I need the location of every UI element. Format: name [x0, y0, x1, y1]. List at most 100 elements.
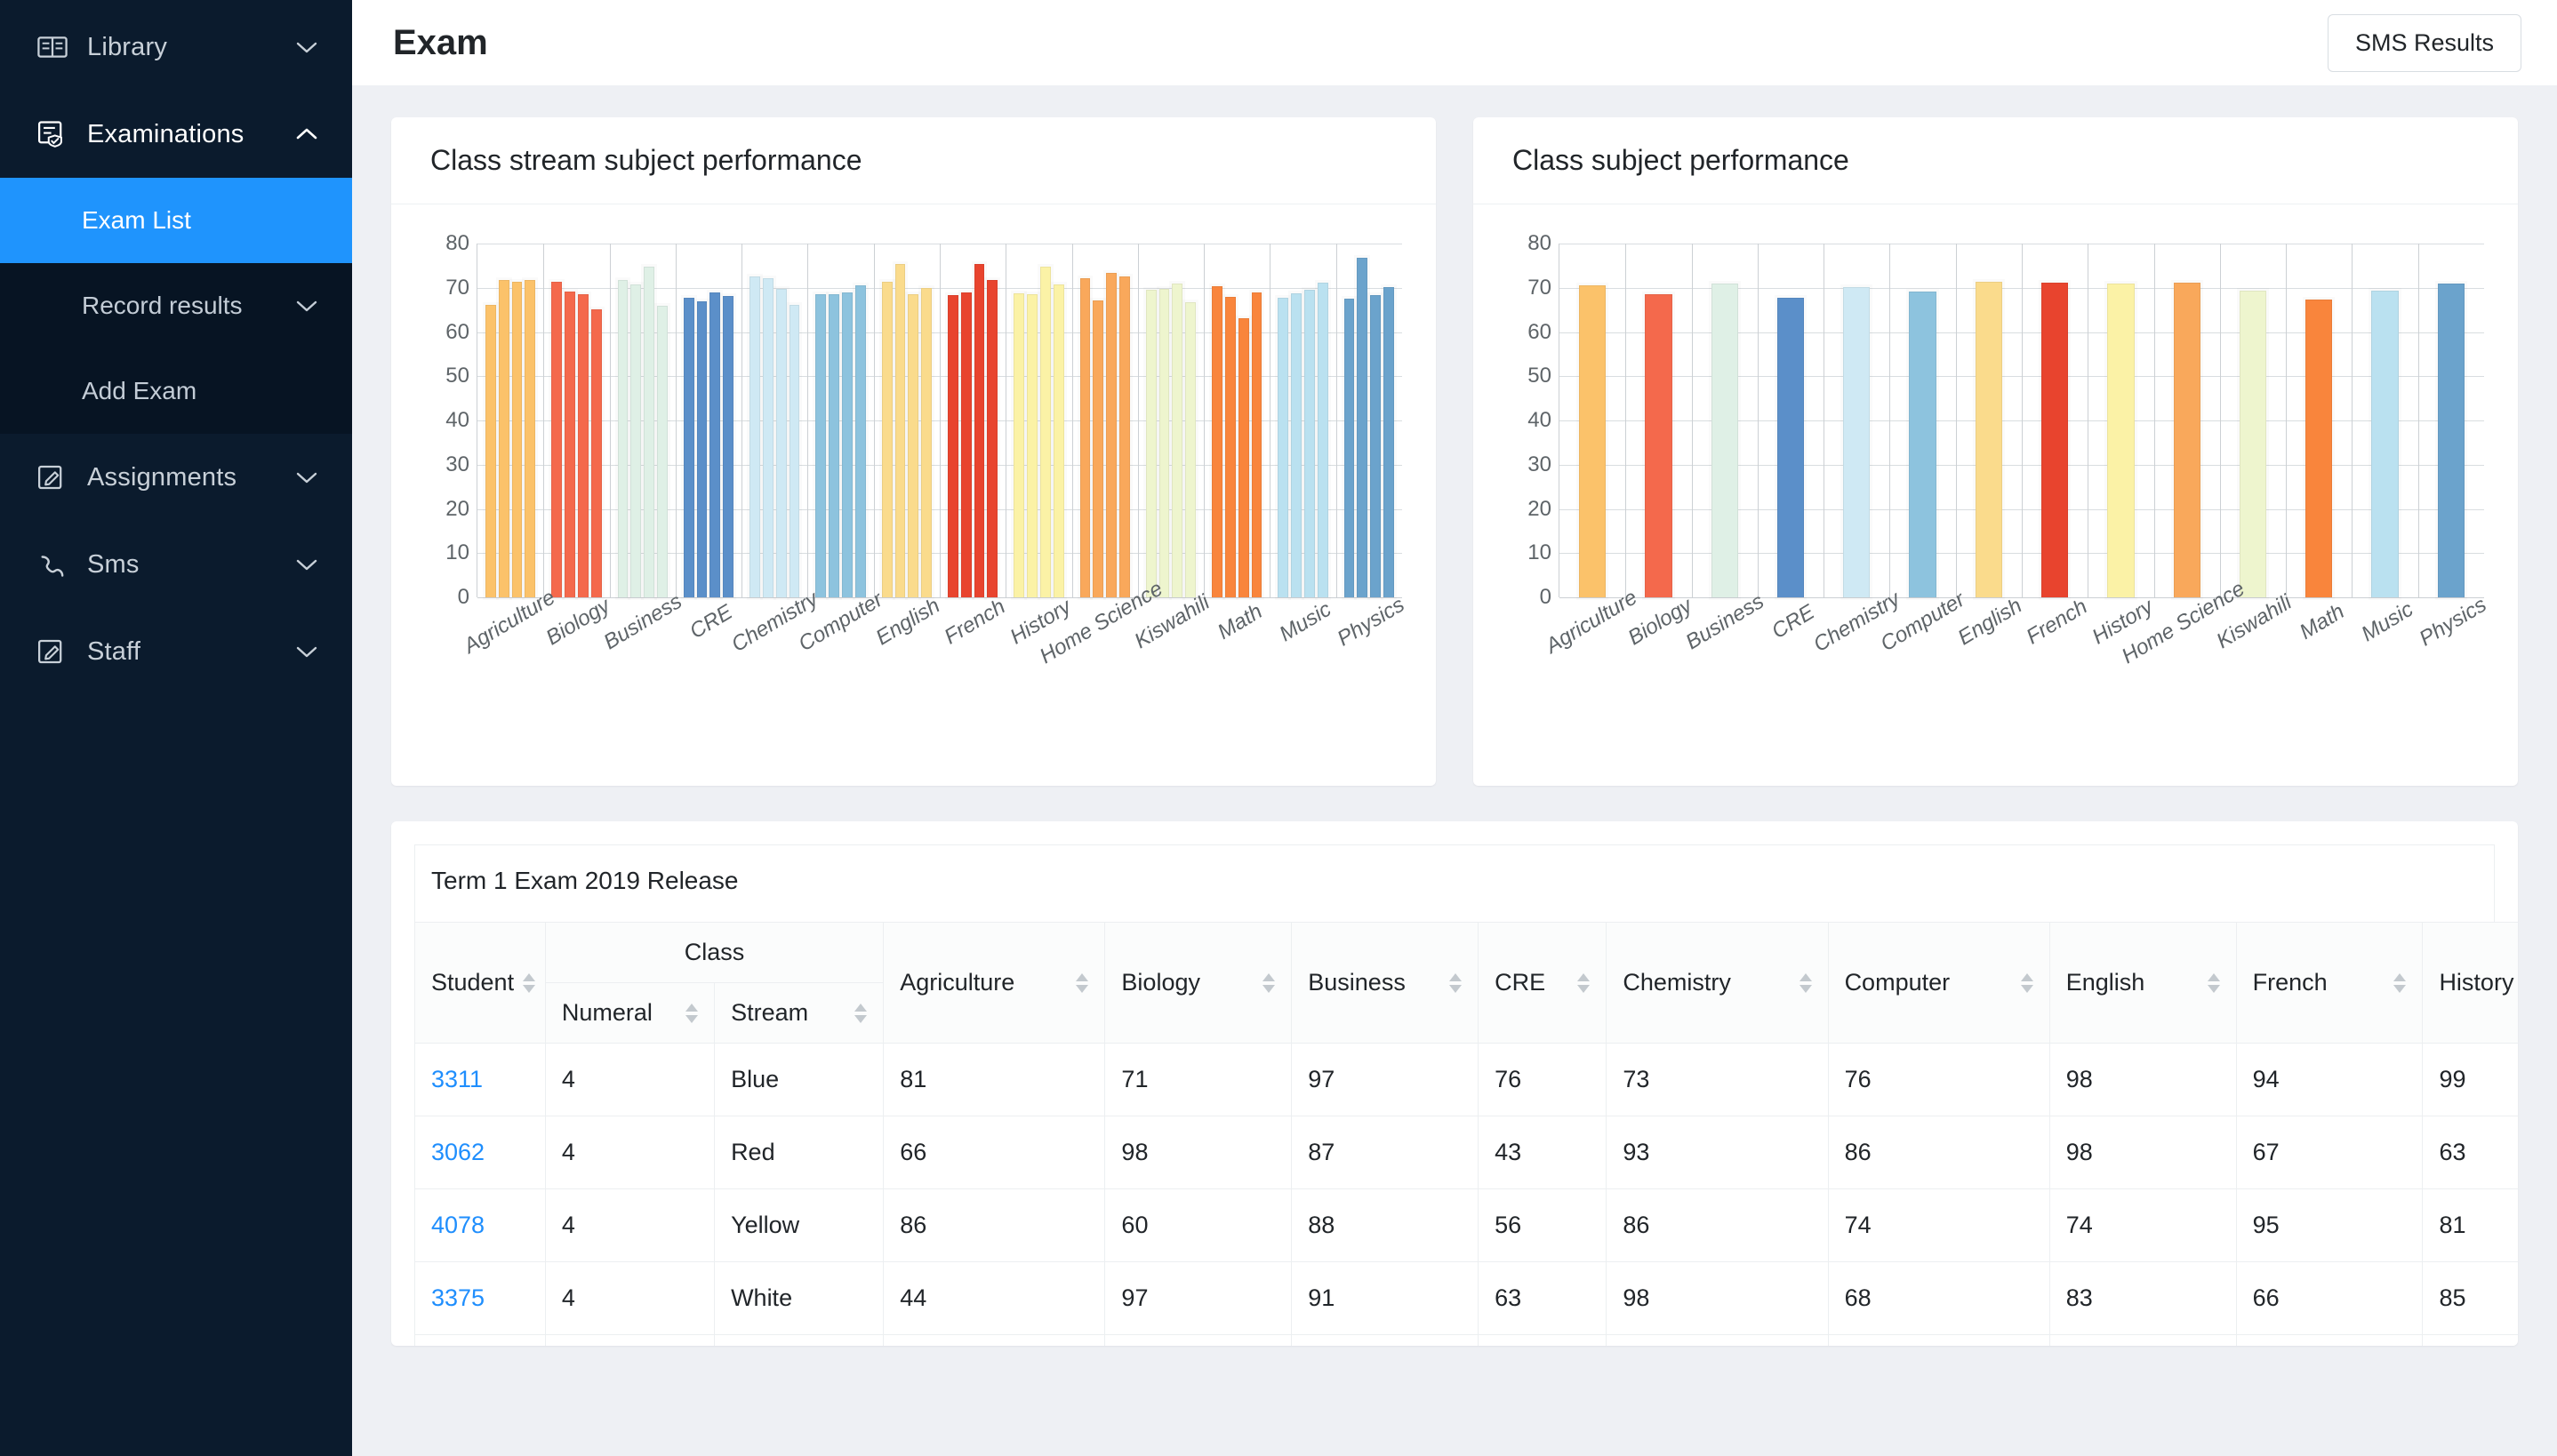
th-chemistry[interactable]: Chemistry: [1606, 922, 1829, 1044]
bar: [1975, 281, 2002, 597]
content-scroll: Class stream subject performance 0 10 20 30…: [352, 85, 2557, 1456]
cell-score: 99: [2422, 1043, 2518, 1116]
sidebar-subitem-add-exam[interactable]: Add Exam: [0, 348, 352, 434]
sidebar-item-staff[interactable]: Staff: [0, 608, 352, 695]
sort-arrows-icon[interactable]: [523, 972, 536, 993]
sidebar-subitem-record-results[interactable]: Record results: [0, 263, 352, 348]
sidebar-item-label: Staff: [87, 636, 141, 666]
y-tick-label: 30: [445, 452, 469, 476]
sort-arrows-icon[interactable]: [854, 1003, 868, 1023]
cell-numeral: 4: [544, 1188, 716, 1262]
bar-group: [874, 244, 940, 597]
th-business[interactable]: Business: [1291, 922, 1479, 1044]
th-student[interactable]: Student: [414, 922, 546, 1044]
th-label: Chemistry: [1623, 969, 1731, 996]
bar: [1645, 294, 1672, 597]
bar: [2239, 291, 2267, 597]
y-tick-label: 10: [445, 540, 469, 565]
cell-score: 86: [1827, 1116, 2050, 1189]
cell-stream: Blue: [714, 1043, 885, 1116]
y-tick-label: 70: [445, 275, 469, 300]
x-tick: Business: [1681, 589, 1767, 736]
x-tick: CRE: [1757, 600, 1823, 736]
cell-score: 88: [1291, 1188, 1479, 1262]
bar: [1711, 283, 1738, 597]
x-tick: English: [1954, 594, 2026, 736]
th-agriculture[interactable]: Agriculture: [883, 922, 1106, 1044]
bar: [696, 301, 708, 597]
chevron-down-icon[interactable]: [295, 299, 318, 313]
student-link[interactable]: 3375: [431, 1284, 485, 1311]
th-label: CRE: [1495, 969, 1546, 996]
chevron-up-icon[interactable]: [292, 127, 318, 141]
student-link[interactable]: 4078: [431, 1212, 485, 1238]
th-cre[interactable]: CRE: [1478, 922, 1607, 1044]
x-tick-label: Biology: [541, 593, 614, 651]
chevron-down-icon[interactable]: [292, 644, 318, 659]
sidebar-item-examinations[interactable]: Examinations: [0, 91, 352, 178]
sort-arrows-icon[interactable]: [1449, 972, 1463, 993]
x-tick: Home Science: [2118, 577, 2249, 736]
chevron-down-icon[interactable]: [292, 470, 318, 484]
chevron-down-icon[interactable]: [292, 557, 318, 572]
sort-arrows-icon[interactable]: [1799, 972, 1812, 993]
sidebar-subitem-exam-list[interactable]: Exam List: [0, 178, 352, 263]
examinations-submenu: Exam List Record results Add Exam: [0, 178, 352, 434]
bar: [617, 279, 629, 597]
th-label: English: [2065, 969, 2145, 996]
sidebar-item-sms[interactable]: Sms: [0, 521, 352, 608]
student-link[interactable]: 3062: [431, 1139, 485, 1165]
sort-arrows-icon[interactable]: [1076, 972, 1089, 993]
th-french[interactable]: French: [2235, 922, 2424, 1044]
sidebar-item-assignments[interactable]: Assignments: [0, 434, 352, 521]
cell-student[interactable]: 3375: [414, 1261, 546, 1335]
bar-group: [1625, 244, 1691, 597]
y-tick-label: 50: [445, 364, 469, 388]
chart-title: Class subject performance: [1473, 117, 2518, 204]
bar: [960, 292, 972, 597]
bar-group: [2220, 244, 2286, 597]
sort-arrows-icon[interactable]: [2207, 972, 2220, 993]
cell-score: 83: [1606, 1334, 1829, 1346]
th-biology[interactable]: Biology: [1104, 922, 1293, 1044]
bar: [1027, 293, 1038, 597]
th-english[interactable]: English: [2048, 922, 2237, 1044]
bar: [1343, 299, 1355, 597]
sort-arrows-icon[interactable]: [1262, 972, 1276, 993]
chevron-down-icon[interactable]: [292, 40, 318, 54]
sort-arrows-icon[interactable]: [1577, 972, 1591, 993]
bar-group: [1824, 244, 1889, 597]
x-tick: Agriculture: [460, 585, 559, 736]
sort-arrows-icon[interactable]: [2020, 972, 2033, 993]
bar: [2040, 282, 2069, 597]
bar: [1106, 273, 1117, 597]
bar: [1224, 296, 1236, 597]
cell-score: 86: [883, 1188, 1106, 1262]
th-computer[interactable]: Computer: [1827, 922, 2050, 1044]
x-tick: Physics: [1333, 593, 1408, 736]
cell-score: 71: [1104, 1043, 1293, 1116]
bar: [525, 280, 536, 597]
student-link[interactable]: 3311: [431, 1066, 483, 1092]
bar: [1053, 284, 1064, 597]
sort-arrows-icon[interactable]: [2393, 972, 2407, 993]
table-caption: Term 1 Exam 2019 Release: [414, 844, 2495, 922]
cell-student[interactable]: 4078: [414, 1188, 546, 1262]
th-numeral[interactable]: Numeral: [544, 982, 716, 1044]
x-tick-label: Biology: [1623, 593, 1696, 651]
cell-student[interactable]: 3311: [414, 1043, 546, 1116]
cell-score: 95: [2235, 1188, 2424, 1262]
sms-results-button[interactable]: SMS Results: [2327, 13, 2521, 72]
bar: [1304, 290, 1315, 597]
x-tick: French: [940, 595, 1009, 736]
cell-student[interactable]: 3626: [414, 1334, 546, 1346]
th-history[interactable]: History: [2422, 922, 2518, 1044]
y-tick-label: 40: [445, 408, 469, 432]
th-stream[interactable]: Stream: [714, 982, 885, 1044]
bar-group: [2088, 244, 2153, 597]
sort-arrows-icon[interactable]: [685, 1003, 699, 1023]
sidebar-item-label: Examinations: [87, 119, 244, 148]
cell-student[interactable]: 3062: [414, 1116, 546, 1189]
sidebar-item-library[interactable]: Library: [0, 4, 352, 91]
x-tick-label: French: [2022, 594, 2092, 650]
